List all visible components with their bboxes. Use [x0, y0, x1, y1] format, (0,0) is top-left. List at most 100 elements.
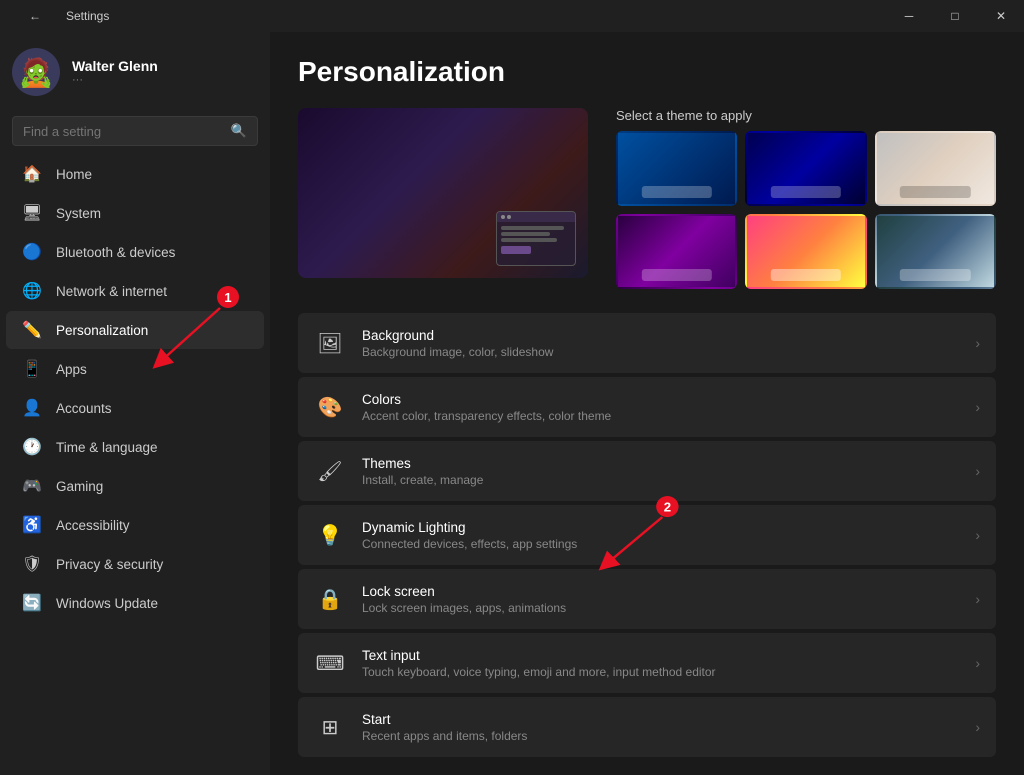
background-chevron: ›: [975, 335, 980, 351]
sidebar-label-bluetooth: Bluetooth & devices: [56, 245, 175, 260]
start-text: Start Recent apps and items, folders: [362, 712, 959, 743]
sidebar-label-privacy: Privacy & security: [56, 557, 163, 572]
sidebar-item-apps[interactable]: 📱 Apps: [6, 350, 264, 388]
sidebar-item-bluetooth[interactable]: 🔵 Bluetooth & devices: [6, 233, 264, 271]
theme-thumb-5[interactable]: [745, 214, 866, 289]
settings-item-themes[interactable]: 🖌 Themes Install, create, manage ›: [298, 441, 996, 501]
sidebar-item-network[interactable]: 🌐 Network & internet: [6, 272, 264, 310]
sidebar-item-privacy[interactable]: 🛡 Privacy & security: [6, 545, 264, 583]
background-desc: Background image, color, slideshow: [362, 345, 959, 359]
minimize-button[interactable]: ─: [886, 0, 932, 32]
content-wrapper: 🧟 Walter Glenn ··· 🔍 🏠 Home 🖥 System 🔵 B…: [0, 32, 1024, 775]
accessibility-icon: ♿: [22, 515, 42, 535]
main-content: Personalization: [270, 32, 1024, 775]
page-title: Personalization: [298, 56, 996, 88]
settings-list: 🖼 Background Background image, color, sl…: [298, 313, 996, 757]
themes-title: Themes: [362, 456, 959, 471]
update-icon: 🔄: [22, 593, 42, 613]
sidebar-item-accessibility[interactable]: ♿ Accessibility: [6, 506, 264, 544]
titlebar-controls: ─ □ ✕: [886, 0, 1024, 32]
start-desc: Recent apps and items, folders: [362, 729, 959, 743]
search-input[interactable]: [23, 124, 223, 139]
nav-list: 🏠 Home 🖥 System 🔵 Bluetooth & devices 🌐 …: [0, 154, 270, 623]
titlebar-left: ← Settings: [12, 0, 109, 32]
theme-gallery-wrapper: Select a theme to apply: [616, 108, 996, 289]
avatar: 🧟: [12, 48, 60, 96]
gaming-icon: 🎮: [22, 476, 42, 496]
start-chevron: ›: [975, 719, 980, 735]
lock-screen-text: Lock screen Lock screen images, apps, an…: [362, 584, 959, 615]
text-input-title: Text input: [362, 648, 959, 663]
colors-text: Colors Accent color, transparency effect…: [362, 392, 959, 423]
text-input-chevron: ›: [975, 655, 980, 671]
lock-screen-title: Lock screen: [362, 584, 959, 599]
text-input-desc: Touch keyboard, voice typing, emoji and …: [362, 665, 959, 679]
sidebar-item-gaming[interactable]: 🎮 Gaming: [6, 467, 264, 505]
user-profile[interactable]: 🧟 Walter Glenn ···: [0, 32, 270, 112]
settings-item-background[interactable]: 🖼 Background Background image, color, sl…: [298, 313, 996, 373]
theme-thumb-2[interactable]: [745, 131, 866, 206]
close-button[interactable]: ✕: [978, 0, 1024, 32]
lock-screen-desc: Lock screen images, apps, animations: [362, 601, 959, 615]
sidebar: 🧟 Walter Glenn ··· 🔍 🏠 Home 🖥 System 🔵 B…: [0, 32, 270, 775]
titlebar-title: Settings: [66, 9, 109, 23]
colors-chevron: ›: [975, 399, 980, 415]
apps-icon: 📱: [22, 359, 42, 379]
start-icon: ⊞: [314, 711, 346, 743]
time-icon: 🕐: [22, 437, 42, 457]
dynamic-lighting-desc: Connected devices, effects, app settings: [362, 537, 959, 551]
lock-screen-icon: 🔒: [314, 583, 346, 615]
themes-icon: 🖌: [314, 455, 346, 487]
sidebar-label-home: Home: [56, 167, 92, 182]
settings-item-lock-screen[interactable]: 🔒 Lock screen Lock screen images, apps, …: [298, 569, 996, 629]
settings-item-dynamic-lighting[interactable]: 💡 Dynamic Lighting Connected devices, ef…: [298, 505, 996, 565]
accounts-icon: 👤: [22, 398, 42, 418]
sidebar-item-update[interactable]: 🔄 Windows Update: [6, 584, 264, 622]
theme-gallery: [616, 131, 996, 289]
system-icon: 🖥: [22, 203, 42, 223]
dynamic-lighting-text: Dynamic Lighting Connected devices, effe…: [362, 520, 959, 551]
dynamic-lighting-chevron: ›: [975, 527, 980, 543]
theme-thumb-1[interactable]: [616, 131, 737, 206]
sidebar-item-personalization[interactable]: ✏️ Personalization: [6, 311, 264, 349]
bluetooth-icon: 🔵: [22, 242, 42, 262]
sidebar-item-system[interactable]: 🖥 System: [6, 194, 264, 232]
colors-desc: Accent color, transparency effects, colo…: [362, 409, 959, 423]
sidebar-label-accounts: Accounts: [56, 401, 112, 416]
theme-thumb-3[interactable]: [875, 131, 996, 206]
lock-screen-chevron: ›: [975, 591, 980, 607]
privacy-icon: 🛡: [22, 554, 42, 574]
settings-item-start[interactable]: ⊞ Start Recent apps and items, folders ›: [298, 697, 996, 757]
dynamic-lighting-icon: 💡: [314, 519, 346, 551]
sidebar-label-apps: Apps: [56, 362, 87, 377]
titlebar: ← Settings ─ □ ✕: [0, 0, 1024, 32]
search-box[interactable]: 🔍: [12, 116, 258, 146]
back-button[interactable]: ←: [12, 0, 58, 32]
themes-text: Themes Install, create, manage: [362, 456, 959, 487]
sidebar-item-time[interactable]: 🕐 Time & language: [6, 428, 264, 466]
maximize-button[interactable]: □: [932, 0, 978, 32]
search-icon: 🔍: [231, 123, 247, 139]
theme-preview: [298, 108, 588, 278]
background-icon: 🖼: [314, 327, 346, 359]
sidebar-label-accessibility: Accessibility: [56, 518, 130, 533]
colors-title: Colors: [362, 392, 959, 407]
settings-item-colors[interactable]: 🎨 Colors Accent color, transparency effe…: [298, 377, 996, 437]
sidebar-label-system: System: [56, 206, 101, 221]
theme-thumb-4[interactable]: [616, 214, 737, 289]
theme-thumb-6[interactable]: [875, 214, 996, 289]
user-info: Walter Glenn ···: [72, 58, 158, 86]
network-icon: 🌐: [22, 281, 42, 301]
background-text: Background Background image, color, slid…: [362, 328, 959, 359]
theme-section: Select a theme to apply: [298, 108, 996, 289]
sidebar-label-update: Windows Update: [56, 596, 158, 611]
app-window: ← Settings ─ □ ✕ 🧟 Walter Glenn ··· 🔍: [0, 0, 1024, 775]
home-icon: 🏠: [22, 164, 42, 184]
themes-desc: Install, create, manage: [362, 473, 959, 487]
colors-icon: 🎨: [314, 391, 346, 423]
sidebar-item-home[interactable]: 🏠 Home: [6, 155, 264, 193]
settings-item-text-input[interactable]: ⌨ Text input Touch keyboard, voice typin…: [298, 633, 996, 693]
theme-gallery-label: Select a theme to apply: [616, 108, 996, 123]
sidebar-label-gaming: Gaming: [56, 479, 103, 494]
sidebar-item-accounts[interactable]: 👤 Accounts: [6, 389, 264, 427]
